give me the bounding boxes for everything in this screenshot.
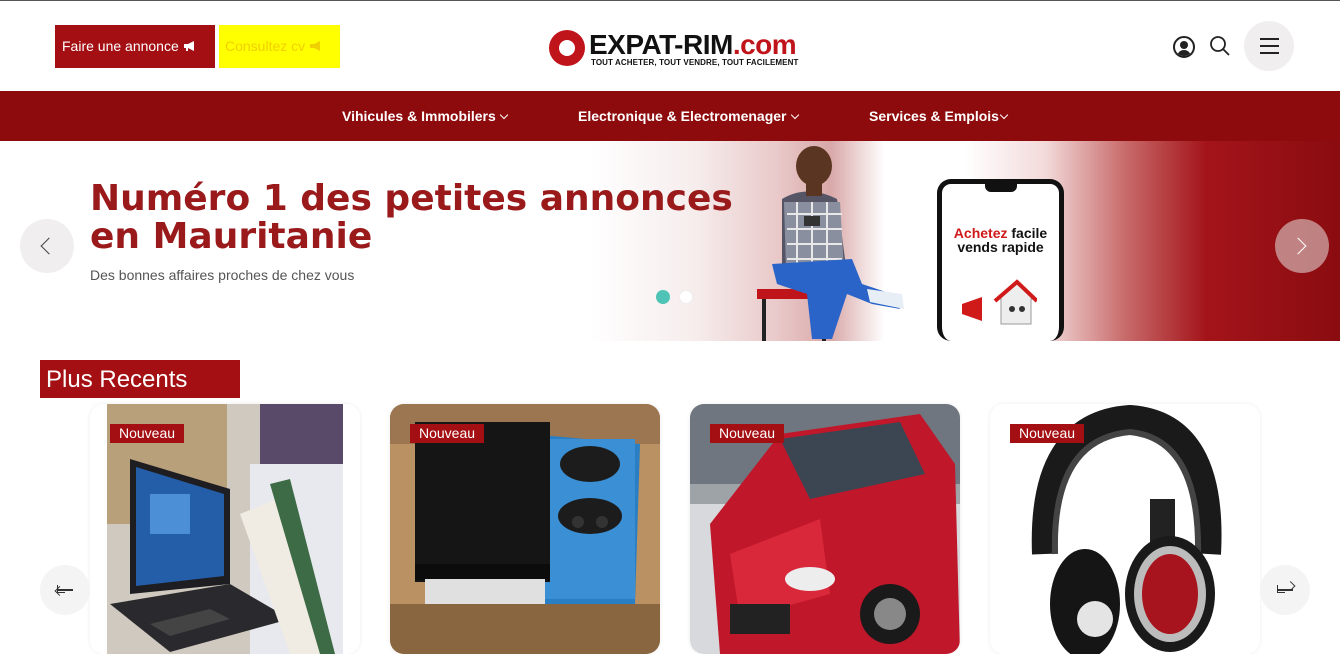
nav-item-services[interactable]: Services & Emplois (869, 91, 1009, 141)
section-title: Plus Recents (40, 360, 240, 398)
post-ad-label: Faire une annonce (62, 38, 179, 54)
hero-phone-image: Achetez facile vends rapide (937, 179, 1064, 341)
slide-dot-2[interactable] (679, 290, 693, 304)
megaphone-icon (183, 41, 194, 51)
user-icon[interactable] (1173, 36, 1195, 58)
main-nav: Vihicules & Immobilers Electronique & El… (0, 91, 1340, 141)
arrow-right-icon (1277, 581, 1296, 592)
hero-next-button[interactable] (1275, 219, 1329, 273)
logo-mark-icon (549, 30, 585, 66)
hero-prev-button[interactable] (20, 219, 74, 273)
logo-tagline: TOUT ACHETER, TOUT VENDRE, TOUT FACILEME… (591, 58, 799, 67)
chevron-down-icon (499, 110, 509, 120)
hero-banner: Numéro 1 des petites annonces en Maurita… (0, 141, 1340, 341)
chevron-left-icon (40, 237, 58, 255)
nav-item-electronique[interactable]: Electronique & Electromenager (578, 91, 799, 141)
listing-card[interactable]: Nouveau (990, 404, 1260, 654)
chevron-down-icon (790, 110, 799, 120)
listing-card[interactable]: Nouveau (690, 404, 960, 654)
chevron-down-icon (999, 110, 1009, 120)
megaphone-house-icon (962, 279, 1037, 325)
megaphone-icon (310, 41, 321, 51)
post-ad-button[interactable]: Faire une annonce (55, 25, 215, 68)
hero-person-image (757, 146, 904, 341)
arrow-left-icon (54, 586, 73, 596)
carousel-prev-button[interactable] (40, 565, 90, 615)
logo-text: EXPAT-RIM.com (589, 29, 797, 60)
new-badge: Nouveau (710, 424, 785, 443)
search-icon[interactable] (1209, 35, 1231, 57)
new-badge: Nouveau (410, 424, 485, 443)
nav-item-vehicules[interactable]: Vihicules & Immobilers (342, 91, 509, 141)
phone-text: Achetez facile vends rapide (953, 225, 1048, 255)
slide-dot-1[interactable] (656, 290, 670, 304)
site-header: Faire une annonce Consultez cv EXPAT-RIM… (0, 1, 1340, 91)
new-badge: Nouveau (110, 424, 185, 443)
hero-title: Numéro 1 des petites annonces en Maurita… (90, 178, 733, 257)
carousel-next-button[interactable] (1260, 565, 1310, 615)
listing-card[interactable]: Nouveau (390, 404, 660, 654)
hero-subtitle: Des bonnes affaires proches de chez vous (90, 267, 355, 283)
cv-button[interactable]: Consultez cv (219, 25, 340, 68)
site-logo[interactable]: EXPAT-RIM.com TOUT ACHETER, TOUT VENDRE,… (549, 28, 809, 72)
chevron-right-icon (1289, 237, 1307, 255)
listing-card[interactable]: Nouveau (90, 404, 360, 654)
cv-label: Consultez cv (225, 38, 306, 54)
new-badge: Nouveau (1010, 424, 1085, 443)
hamburger-menu-button[interactable] (1244, 21, 1294, 71)
